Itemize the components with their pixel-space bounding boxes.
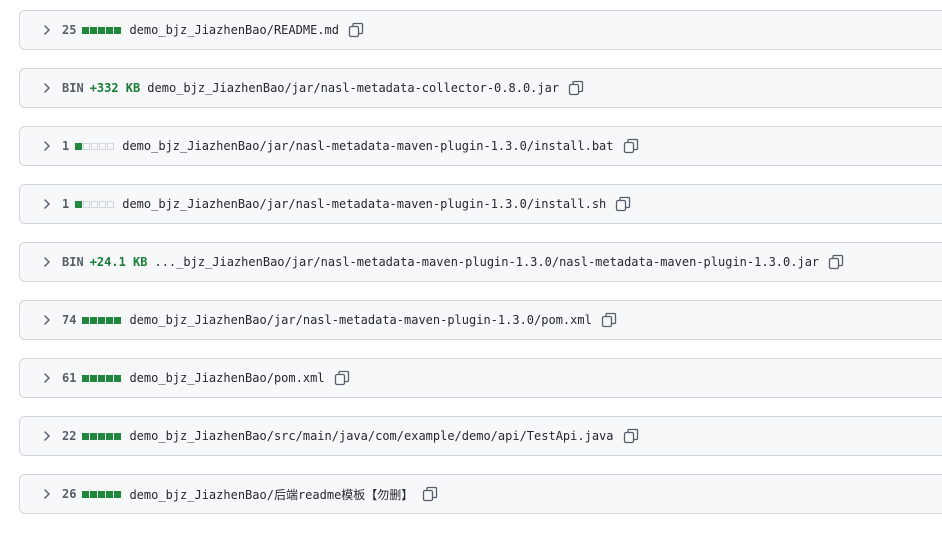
- change-count: 25: [62, 23, 77, 37]
- diffstat-add-square: [90, 374, 98, 382]
- change-count: 22: [62, 429, 77, 443]
- diffstat-bar: [82, 26, 122, 34]
- diffstat-neutral-square: [83, 142, 91, 150]
- change-count: 1: [62, 197, 70, 211]
- diffstat-neutral-square: [107, 200, 115, 208]
- diffstat-add-square: [90, 316, 98, 324]
- diffstat-add-square: [75, 142, 83, 150]
- diffstat-add-square: [106, 26, 114, 34]
- diffstat-bar: [82, 316, 122, 324]
- diffstat-add-square: [98, 26, 106, 34]
- chevron-right-icon[interactable]: [42, 257, 52, 267]
- chevron-right-icon[interactable]: [42, 25, 52, 35]
- diffstat-add-square: [82, 316, 90, 324]
- copy-icon[interactable]: [623, 138, 639, 154]
- diffstat-add-square: [106, 432, 114, 440]
- diffstat-neutral-square: [91, 142, 99, 150]
- file-path[interactable]: demo_bjz_JiazhenBao/jar/nasl-metadata-ma…: [122, 197, 606, 211]
- chevron-right-icon[interactable]: [42, 489, 52, 499]
- copy-icon[interactable]: [348, 22, 364, 38]
- chevron-right-icon[interactable]: [42, 199, 52, 209]
- diffstat-add-square: [114, 26, 122, 34]
- file-row[interactable]: 1 demo_bjz_JiazhenBao/jar/nasl-metadata-m…: [19, 184, 942, 224]
- diffstat-bar: [75, 200, 115, 208]
- chevron-right-icon[interactable]: [42, 83, 52, 93]
- change-count: 61: [62, 371, 77, 385]
- file-size-change: +332 KB: [89, 81, 141, 95]
- file-size-change: +24.1 KB: [89, 255, 148, 269]
- binary-label: BIN: [62, 255, 84, 269]
- diffstat-neutral-square: [99, 142, 107, 150]
- copy-icon[interactable]: [601, 312, 617, 328]
- file-path[interactable]: demo_bjz_JiazhenBao/src/main/java/com/ex…: [129, 429, 613, 443]
- file-row[interactable]: BIN +24.1 KB ..._bjz_JiazhenBao/jar/nasl-m…: [19, 242, 942, 282]
- copy-icon[interactable]: [828, 254, 844, 270]
- diffstat-neutral-square: [99, 200, 107, 208]
- diffstat-add-square: [114, 374, 122, 382]
- copy-icon[interactable]: [615, 196, 631, 212]
- file-row[interactable]: 1 demo_bjz_JiazhenBao/jar/nasl-metadata-m…: [19, 126, 942, 166]
- diffstat-add-square: [90, 432, 98, 440]
- diffstat-add-square: [90, 490, 98, 498]
- chevron-right-icon[interactable]: [42, 431, 52, 441]
- diffstat-add-square: [98, 490, 106, 498]
- diffstat-bar: [82, 374, 122, 382]
- change-count: 1: [62, 139, 70, 153]
- diffstat-add-square: [82, 432, 90, 440]
- diffstat-neutral-square: [83, 200, 91, 208]
- diffstat-neutral-square: [91, 200, 99, 208]
- copy-icon[interactable]: [422, 486, 438, 502]
- file-row[interactable]: 26 demo_bjz_JiazhenBao/后端readme模板【勿删】: [19, 474, 942, 514]
- diffstat-add-square: [98, 316, 106, 324]
- file-path[interactable]: ..._bjz_JiazhenBao/jar/nasl-metadata-mav…: [154, 255, 819, 269]
- change-count: 74: [62, 313, 77, 327]
- copy-icon[interactable]: [568, 80, 584, 96]
- diffstat-add-square: [106, 374, 114, 382]
- diffstat-add-square: [98, 374, 106, 382]
- diffstat-add-square: [82, 490, 90, 498]
- chevron-right-icon[interactable]: [42, 315, 52, 325]
- file-row[interactable]: 74 demo_bjz_JiazhenBao/jar/nasl-metadata-…: [19, 300, 942, 340]
- diffstat-add-square: [90, 26, 98, 34]
- diffstat-add-square: [114, 316, 122, 324]
- diffstat-add-square: [106, 490, 114, 498]
- file-path[interactable]: demo_bjz_JiazhenBao/jar/nasl-metadata-ma…: [122, 139, 613, 153]
- diffstat-bar: [82, 432, 122, 440]
- chevron-right-icon[interactable]: [42, 373, 52, 383]
- diffstat-neutral-square: [107, 142, 115, 150]
- file-row[interactable]: BIN +332 KB demo_bjz_JiazhenBao/jar/nasl-m…: [19, 68, 942, 108]
- binary-label: BIN: [62, 81, 84, 95]
- copy-icon[interactable]: [623, 428, 639, 444]
- diffstat-add-square: [114, 432, 122, 440]
- file-path[interactable]: demo_bjz_JiazhenBao/后端readme模板【勿删】: [129, 486, 413, 503]
- diffstat-add-square: [98, 432, 106, 440]
- change-count: 26: [62, 487, 77, 501]
- diffstat-add-square: [82, 374, 90, 382]
- copy-icon[interactable]: [334, 370, 350, 386]
- file-path[interactable]: demo_bjz_JiazhenBao/jar/nasl-metadata-ma…: [129, 313, 591, 327]
- diffstat-bar: [82, 490, 122, 498]
- diffstat-add-square: [114, 490, 122, 498]
- file-path[interactable]: demo_bjz_JiazhenBao/jar/nasl-metadata-co…: [147, 81, 559, 95]
- file-path[interactable]: demo_bjz_JiazhenBao/README.md: [129, 23, 339, 37]
- file-path[interactable]: demo_bjz_JiazhenBao/pom.xml: [129, 371, 324, 385]
- file-row[interactable]: 22 demo_bjz_JiazhenBao/src/main/java/com/…: [19, 416, 942, 456]
- chevron-right-icon[interactable]: [42, 141, 52, 151]
- file-row[interactable]: 25 demo_bjz_JiazhenBao/README.md: [19, 10, 942, 50]
- diffstat-add-square: [106, 316, 114, 324]
- diffstat-bar: [75, 142, 115, 150]
- file-row[interactable]: 61 demo_bjz_JiazhenBao/pom.xml: [19, 358, 942, 398]
- diffstat-add-square: [82, 26, 90, 34]
- diffstat-add-square: [75, 200, 83, 208]
